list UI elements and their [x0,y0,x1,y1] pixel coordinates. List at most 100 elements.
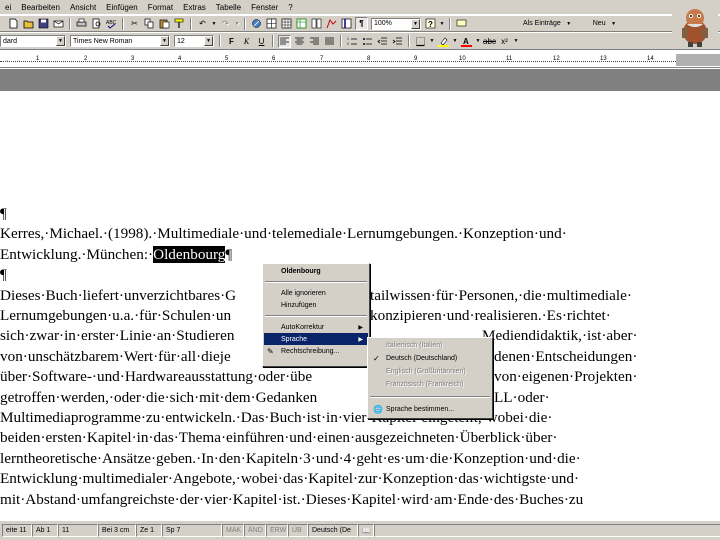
numbering-icon[interactable]: 12 [346,35,359,48]
entries-button[interactable]: Als Einträge [519,18,565,30]
status-language[interactable]: Deutsch (De [308,524,358,537]
copy-icon[interactable] [143,17,156,30]
insert-excel-icon[interactable] [295,17,308,30]
chevron-down-icon[interactable]: ▼ [204,36,213,46]
standard-toolbar: ABC ✂ ↶ ▼ ↷ ▼ ¶ 100% ▼ ? ▼ Als Einträge ▼… [0,15,720,32]
status-extend[interactable]: ERW [266,524,288,537]
border-dropdown-icon[interactable]: ▼ [429,35,435,48]
new-button[interactable]: Neu [589,18,610,30]
language-italian-item[interactable]: Italienisch (Italien) [369,339,491,352]
justify-icon[interactable] [323,35,336,48]
zoom-select[interactable]: 100% ▼ [371,17,421,30]
bullets-icon[interactable] [361,35,374,48]
tables-borders-icon[interactable] [265,17,278,30]
menu-item-label: Hinzufügen [281,301,317,309]
chevron-down-icon[interactable]: ▼ [411,18,420,29]
menu-table[interactable]: Tabelle [211,3,246,12]
align-center-icon[interactable] [293,35,306,48]
toolbar-separator [244,17,246,30]
paste-icon[interactable] [158,17,171,30]
new-document-icon[interactable] [7,17,20,30]
menu-help[interactable]: ? [283,3,297,12]
undo-icon[interactable]: ↶ [196,17,209,30]
columns-icon[interactable] [310,17,323,30]
menu-item-label: Sprache [281,335,308,343]
set-language-item[interactable]: 🌐 Sprache bestimmen... [369,403,491,416]
print-preview-icon[interactable] [90,17,103,30]
body-text: denen·Entscheidungen· [494,347,638,365]
body-text: über·Software-·und·Hardwareausstattung·o… [0,368,313,386]
email-icon[interactable] [52,17,65,30]
spelling-check-icon[interactable]: ABC [105,17,118,30]
office-assistant-icon[interactable] [672,2,718,48]
horizontal-ruler[interactable]: · · 1 2 3 4 5 6 7 8 9 10 11 12 13 14 15 [0,52,720,68]
ignore-all-item[interactable]: Alle ignorieren [264,287,368,299]
toolbar-options-icon[interactable]: ▼ [513,35,519,48]
menu-format[interactable]: Format [143,3,178,12]
status-page-count: 11 [58,524,98,537]
spelling-status-icon[interactable]: 📖 [358,524,374,537]
format-painter-icon[interactable] [173,17,186,30]
undo-dropdown-icon[interactable]: ▼ [211,17,217,30]
menu-window[interactable]: Fenster [246,3,283,12]
toolbar-separator [122,17,124,30]
redo-dropdown-icon[interactable]: ▼ [234,17,240,30]
new-dropdown-icon[interactable]: ▼ [611,17,617,30]
increase-indent-icon[interactable] [391,35,404,48]
body-line: über·Software-·und·Hardwareausstattung·o… [0,367,720,387]
strikethrough-icon[interactable]: abc [483,35,496,48]
help-icon[interactable]: ? [424,17,437,30]
spelling-item[interactable]: ✎ Rechtschreibung... [264,345,368,357]
status-macro-record[interactable]: MAK [222,524,244,537]
highlight-dropdown-icon[interactable]: ▼ [452,35,458,48]
suggestion-oldenbourg[interactable]: Oldenbourg [264,265,368,277]
open-folder-icon[interactable] [22,17,35,30]
align-left-icon[interactable] [278,34,291,48]
menu-file[interactable]: ei [0,3,16,12]
status-overtype[interactable]: ÜB [288,524,308,537]
border-icon[interactable] [414,35,427,48]
menu-view[interactable]: Ansicht [65,3,101,12]
language-item[interactable]: Sprache ▶ [264,333,368,345]
chevron-down-icon[interactable]: ▼ [56,36,65,46]
print-icon[interactable] [75,17,88,30]
align-right-icon[interactable] [308,35,321,48]
chevron-down-icon[interactable]: ▼ [160,36,169,46]
status-column: Sp 7 [162,524,222,537]
hyperlink-icon[interactable] [250,17,263,30]
redo-icon[interactable]: ↷ [219,17,232,30]
status-track-changes[interactable]: ÄND [244,524,266,537]
font-color-dropdown-icon[interactable]: ▼ [475,35,481,48]
save-icon[interactable] [37,17,50,30]
toolbar-options-icon[interactable]: ▼ [439,17,445,30]
selected-word[interactable]: Oldenbourg [153,245,226,263]
italic-icon[interactable]: K [240,35,253,48]
underline-icon[interactable]: U [255,35,268,48]
document-map-icon[interactable] [340,17,353,30]
highlight-icon[interactable] [437,35,450,48]
superscript-icon[interactable]: x² [498,35,511,48]
autocorrect-item[interactable]: AutoKorrektur ▶ [264,321,368,333]
decrease-indent-icon[interactable] [376,35,389,48]
cut-icon[interactable]: ✂ [128,17,141,30]
font-select[interactable]: Times New Roman ▼ [70,35,170,47]
bold-icon[interactable]: F [225,35,238,48]
menu-insert[interactable]: Einfügen [101,3,143,12]
menu-edit[interactable]: Bearbeiten [16,3,65,12]
drawing-icon[interactable] [325,17,338,30]
language-english-item[interactable]: Englisch (Großbritannien) [369,365,491,378]
insert-table-icon[interactable] [280,17,293,30]
style-select[interactable]: dard ▼ [0,35,66,47]
show-hide-pilcrow-icon[interactable]: ¶ [355,17,368,30]
menu-item-label: Sprache bestimmen... [386,406,455,413]
font-color-icon[interactable]: A [460,35,473,48]
language-german-item[interactable]: ✓ Deutsch (Deutschland) [369,352,491,365]
menu-tools[interactable]: Extras [178,3,211,12]
language-french-item[interactable]: Französisch (Frankreich) [369,378,491,391]
formatting-toolbar: dard ▼ Times New Roman ▼ 12 ▼ F K U 12 ▼ ▼ … [0,32,720,50]
comment-icon[interactable] [455,17,468,30]
add-to-dictionary-item[interactable]: Hinzufügen [264,299,368,311]
svg-text:ABC: ABC [106,20,117,26]
font-size-select[interactable]: 12 ▼ [174,35,214,47]
entries-dropdown-icon[interactable]: ▼ [566,17,572,30]
